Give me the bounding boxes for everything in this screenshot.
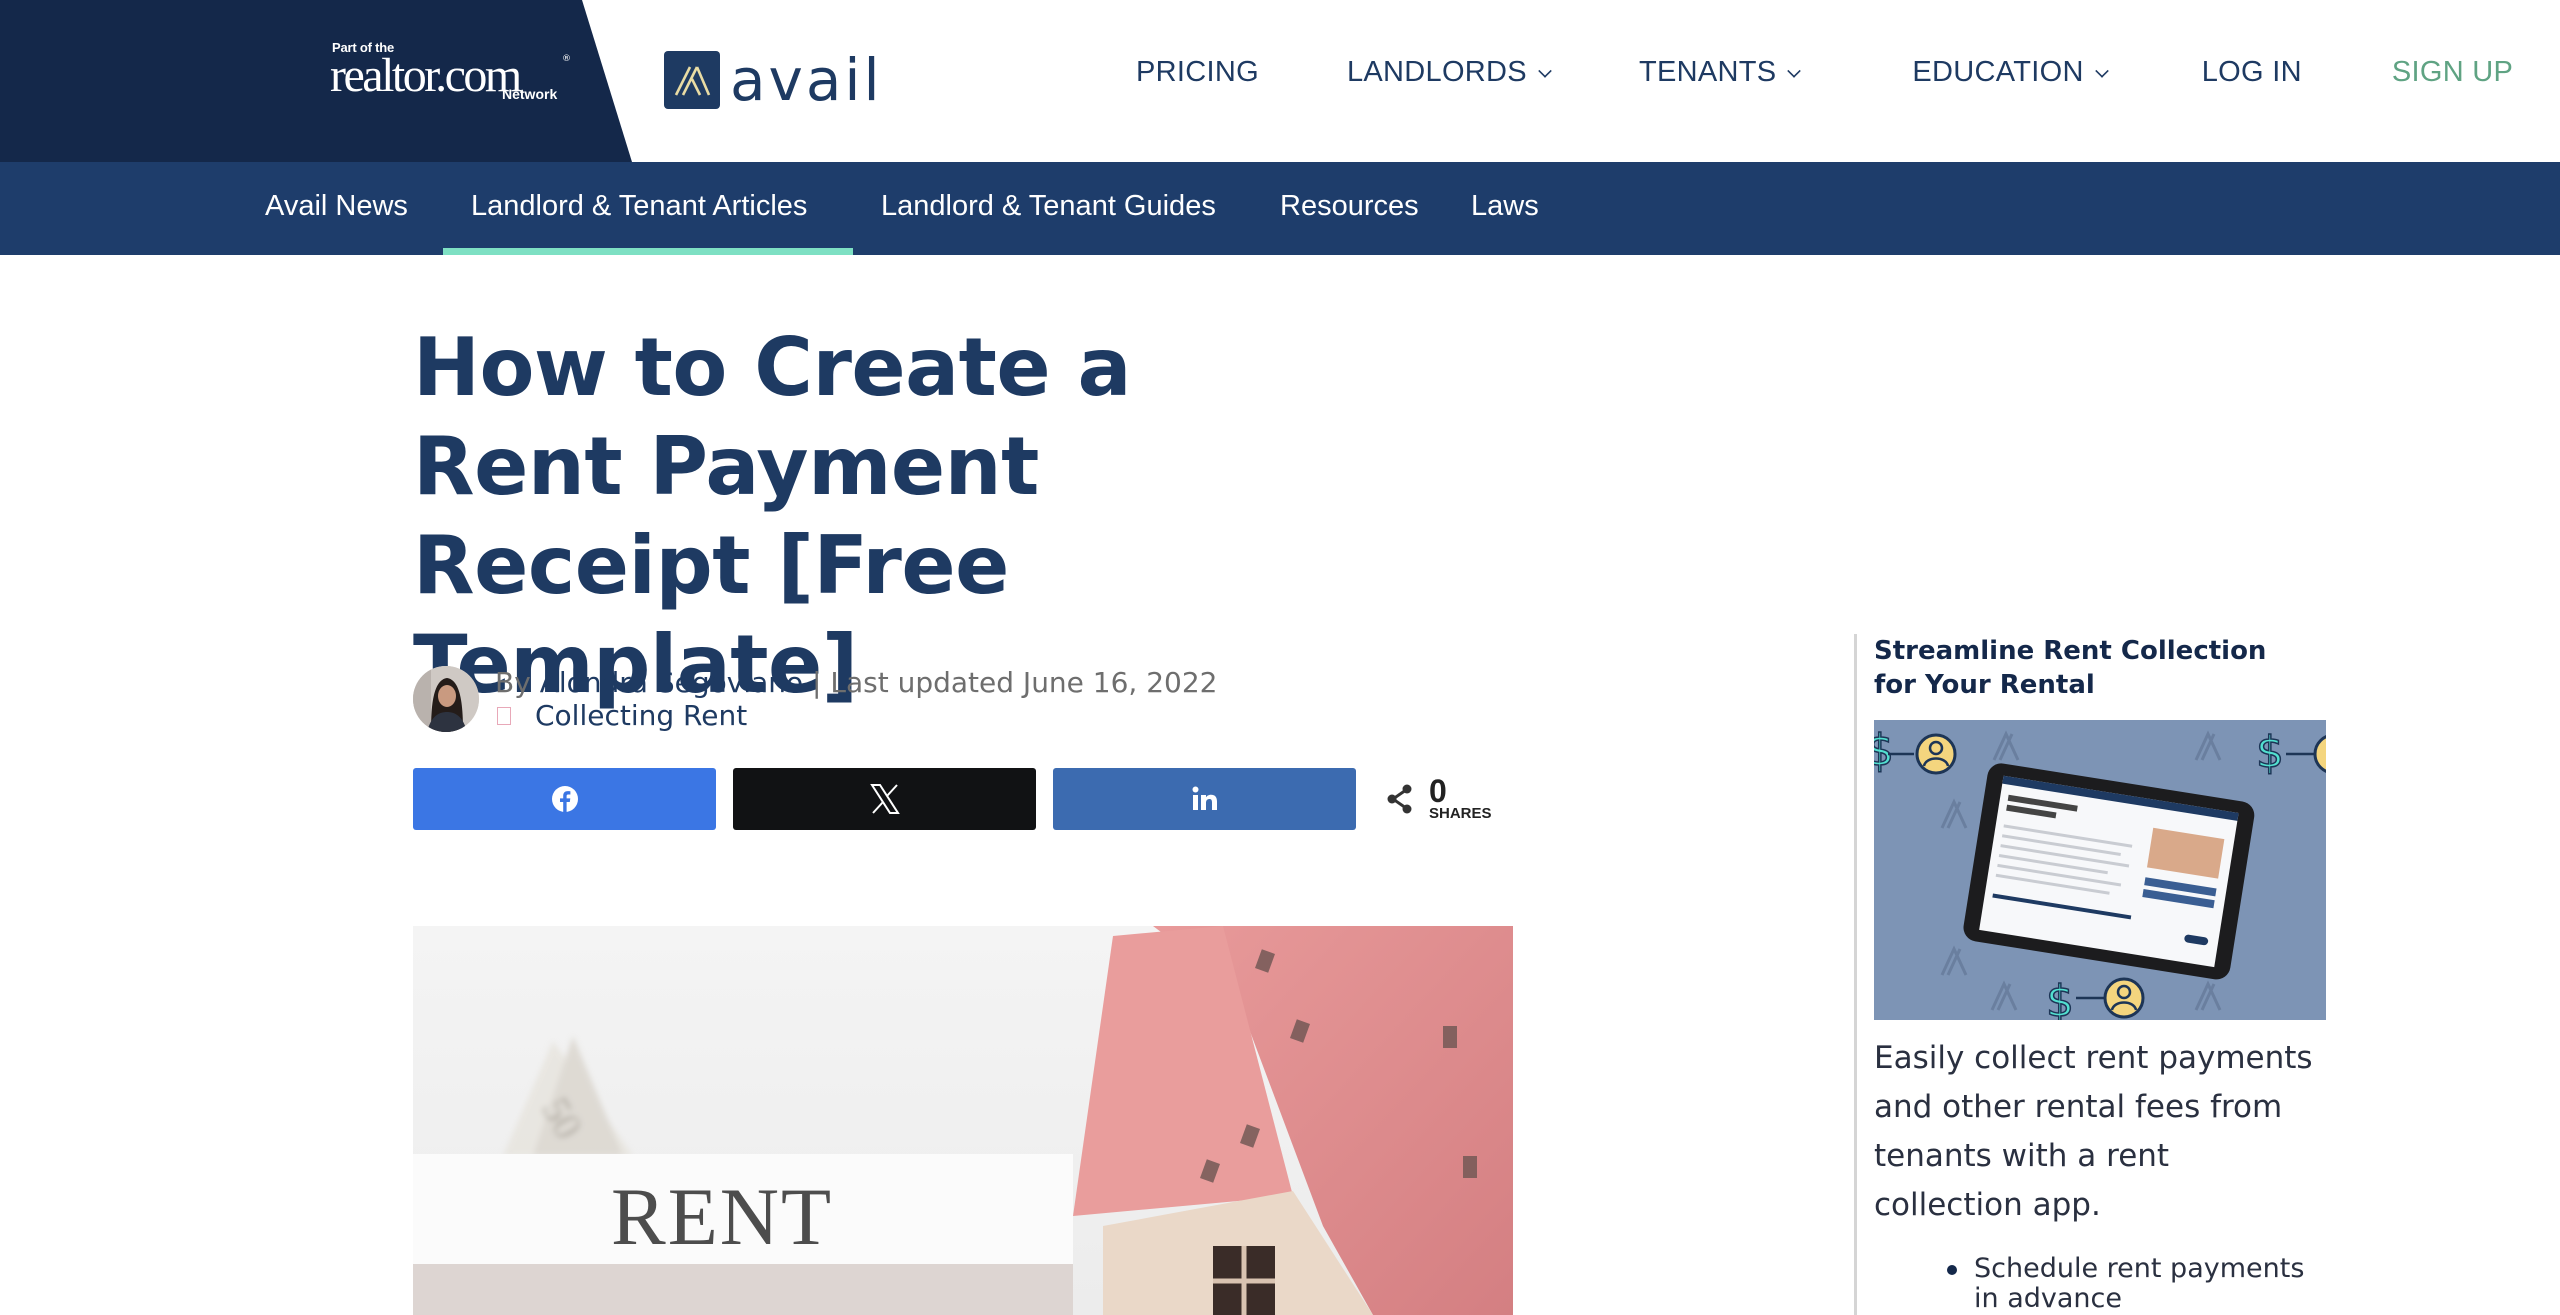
nav-tenants-label: TENANTS xyxy=(1638,56,1777,88)
nav-signup[interactable]: SIGN UP xyxy=(2392,56,2513,89)
nav-pricing-label: PRICING xyxy=(1136,56,1259,88)
nav-pricing[interactable]: PRICING xyxy=(1136,56,1259,89)
nav-education-label: EDUCATION xyxy=(1912,56,2084,88)
share-linkedin-button[interactable] xyxy=(1053,768,1356,830)
subnav-laws[interactable]: Laws xyxy=(1471,190,1539,223)
category-icon xyxy=(497,707,511,725)
subnav-landlord-tenant-articles[interactable]: Landlord & Tenant Articles xyxy=(471,190,807,223)
subnav-landlord-tenant-guides[interactable]: Landlord & Tenant Guides xyxy=(881,190,1216,223)
nav-login[interactable]: LOG IN xyxy=(2202,56,2302,89)
nav-tenants[interactable]: TENANTS xyxy=(1638,56,1802,89)
chevron-down-icon xyxy=(2094,63,2109,78)
svg-text:$: $ xyxy=(2256,727,2284,778)
article-hero-image: 50 RENT xyxy=(413,926,1513,1315)
site-header: Part of the realtor.com ® Network avail … xyxy=(0,0,2560,162)
avail-mark-icon xyxy=(664,51,720,109)
article-title: How to Create a Rent Payment Receipt [Fr… xyxy=(413,321,1131,711)
share-icon xyxy=(1387,784,1412,814)
nav-education[interactable]: EDUCATION xyxy=(1912,56,2109,89)
list-item: Schedule rent payments in advance xyxy=(1947,1253,2314,1314)
main-nav: PRICING LANDLORDS TENANTS EDUCATION LOG … xyxy=(1136,56,2513,89)
byline-separator: | xyxy=(803,666,831,699)
realtor-logo-brand: realtor.com xyxy=(330,49,522,102)
share-bar: 0 SHARES xyxy=(413,768,1492,830)
byline-prefix: By xyxy=(495,666,540,699)
share-count-number: 0 xyxy=(1429,773,1447,809)
active-tab-indicator xyxy=(443,248,853,255)
facebook-icon xyxy=(551,786,578,812)
share-x-button[interactable] xyxy=(733,768,1036,830)
chevron-down-icon xyxy=(1787,63,1802,78)
nav-landlords-label: LANDLORDS xyxy=(1346,56,1527,88)
nav-landlords[interactable]: LANDLORDS xyxy=(1346,56,1552,89)
x-icon xyxy=(869,784,900,814)
nav-signup-label: SIGN UP xyxy=(2391,56,2514,88)
promo-feature-list: Schedule rent payments in advance xyxy=(1947,1253,2314,1314)
list-item-text: Schedule rent payments in advance xyxy=(1974,1253,2305,1314)
realtor-logo-network: Network xyxy=(502,86,558,102)
author-link[interactable]: Alondra Segoviano xyxy=(540,666,803,699)
author-avatar[interactable] xyxy=(413,666,479,732)
svg-text:$: $ xyxy=(1874,725,1894,776)
linkedin-icon xyxy=(1192,786,1217,810)
share-count-label: SHARES xyxy=(1429,805,1492,822)
category-link[interactable]: Collecting Rent xyxy=(535,699,747,733)
promo-image[interactable]: $ $ $ xyxy=(1874,720,2326,1020)
hero-rent-text: RENT xyxy=(611,1171,833,1262)
category-row: Collecting Rent xyxy=(495,699,747,733)
avail-wordmark: avail xyxy=(730,46,883,114)
subnav-avail-news[interactable]: Avail News xyxy=(265,190,408,223)
realtor-logo-registered: ® xyxy=(562,54,571,64)
avail-logo[interactable]: avail xyxy=(664,51,883,109)
svg-text:$: $ xyxy=(2046,976,2074,1020)
category-nav: Avail News Landlord & Tenant Articles La… xyxy=(0,162,2560,255)
nav-login-label: LOG IN xyxy=(2201,56,2302,88)
realtor-banner xyxy=(0,0,632,162)
byline-text: By Alondra Segoviano | Last updated June… xyxy=(495,666,1218,700)
last-updated: Last updated June 16, 2022 xyxy=(830,666,1218,699)
bullet-icon xyxy=(1947,1265,1957,1275)
promo-title: Streamline Rent Collection for Your Rent… xyxy=(1874,636,2267,700)
sidebar-promo: Streamline Rent Collection for Your Rent… xyxy=(1854,634,2334,1315)
share-count: 0 SHARES xyxy=(1385,773,1492,822)
subnav-resources[interactable]: Resources xyxy=(1280,190,1419,223)
share-facebook-button[interactable] xyxy=(413,768,716,830)
chevron-down-icon xyxy=(1538,63,1552,78)
promo-description: Easily collect rent payments and other r… xyxy=(1874,1040,2313,1223)
